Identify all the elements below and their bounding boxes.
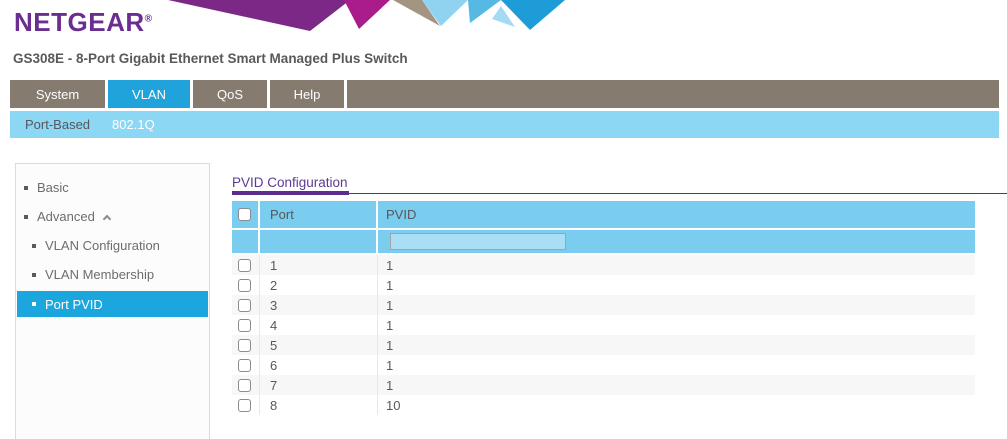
pvid-cell: 10 [378, 395, 975, 415]
table-header-row: Port PVID [232, 201, 975, 228]
table-row: 71 [232, 375, 975, 395]
netgear-logo: NETGEAR® [14, 7, 153, 38]
header-checkbox-cell [232, 201, 260, 228]
row-checkbox[interactable] [238, 359, 251, 372]
row-checkbox[interactable] [238, 339, 251, 352]
row-checkbox-cell [232, 275, 260, 295]
port-cell: 7 [260, 375, 378, 395]
pvid-table: Port PVID 11213141516171810 [232, 201, 975, 415]
row-checkbox-cell [232, 255, 260, 275]
row-checkbox[interactable] [238, 299, 251, 312]
pvid-edit-row [232, 230, 975, 253]
table-row: 810 [232, 395, 975, 415]
device-title: GS308E - 8-Port Gigabit Ethernet Smart M… [13, 51, 408, 66]
table-row: 51 [232, 335, 975, 355]
page: NETGEAR® GS308E - 8-Port Gigabit Etherne… [0, 0, 1007, 439]
sidebar-item-advanced[interactable]: Advanced [17, 202, 208, 231]
port-cell: 4 [260, 315, 378, 335]
bullet-icon [32, 302, 36, 306]
port-cell: 6 [260, 355, 378, 375]
sidebar-item-vlan-configuration[interactable]: VLAN Configuration [17, 231, 208, 260]
registered-mark: ® [145, 13, 153, 24]
table-row: 31 [232, 295, 975, 315]
bullet-icon [24, 215, 28, 219]
row-checkbox[interactable] [238, 399, 251, 412]
table-row: 41 [232, 315, 975, 335]
pvid-column-header: PVID [378, 201, 975, 228]
sidebar-item-port-pvid[interactable]: Port PVID [17, 291, 208, 317]
pvid-cell: 1 [378, 255, 975, 275]
bullet-icon [32, 244, 36, 248]
table-row: 11 [232, 255, 975, 275]
sidebar-item-basic[interactable]: Basic [17, 173, 208, 202]
pvid-cell: 1 [378, 275, 975, 295]
pvid-cell: 1 [378, 355, 975, 375]
select-all-checkbox[interactable] [238, 208, 251, 221]
port-column-header: Port [260, 201, 378, 228]
row-checkbox-cell [232, 395, 260, 415]
title-underline-thick [232, 191, 349, 195]
pvid-cell: 1 [378, 375, 975, 395]
port-cell: 8 [260, 395, 378, 415]
sidebar-item-label: VLAN Membership [45, 267, 154, 282]
sidebar-item-label: VLAN Configuration [45, 238, 160, 253]
table-row: 21 [232, 275, 975, 295]
banner-graphic [168, 0, 565, 36]
edit-row-spacer-check [232, 230, 260, 253]
row-checkbox[interactable] [238, 259, 251, 272]
row-checkbox[interactable] [238, 319, 251, 332]
logo-text: NETGEAR [14, 7, 145, 37]
bullet-icon [24, 186, 28, 190]
nav-tab-system[interactable]: System [10, 80, 108, 108]
sub-nav-item-port-based[interactable]: Port-Based [25, 117, 90, 132]
port-cell: 2 [260, 275, 378, 295]
port-cell: 3 [260, 295, 378, 315]
nav-tab-qos[interactable]: QoS [193, 80, 270, 108]
nav-tab-vlan[interactable]: VLAN [108, 80, 193, 108]
port-cell: 5 [260, 335, 378, 355]
pvid-cell: 1 [378, 295, 975, 315]
row-checkbox[interactable] [238, 279, 251, 292]
sidebar-item-label: Port PVID [45, 297, 103, 312]
bullet-icon [32, 273, 36, 277]
row-checkbox-cell [232, 355, 260, 375]
sidebar-item-label: Basic [37, 180, 69, 195]
edit-row-spacer-port [260, 230, 378, 253]
pvid-input[interactable] [390, 233, 566, 250]
sidebar: Basic Advanced VLAN Configuration VLAN Memb… [15, 163, 210, 439]
sidebar-item-vlan-membership[interactable]: VLAN Membership [17, 260, 208, 289]
page-title: PVID Configuration [232, 175, 348, 190]
pvid-cell: 1 [378, 315, 975, 335]
port-cell: 1 [260, 255, 378, 275]
top-nav: SystemVLANQoSHelp [10, 80, 999, 108]
sidebar-item-label: Advanced [37, 209, 95, 224]
sub-nav-item-802-1q[interactable]: 802.1Q [112, 117, 155, 132]
edit-row-pvid-cell [378, 230, 975, 253]
sub-nav: Port-Based 802.1Q [10, 111, 999, 138]
row-checkbox-cell [232, 335, 260, 355]
table-body: 11213141516171810 [232, 255, 975, 415]
chevron-up-icon [103, 214, 111, 222]
nav-tab-help[interactable]: Help [270, 80, 347, 108]
row-checkbox-cell [232, 295, 260, 315]
row-checkbox-cell [232, 315, 260, 335]
row-checkbox[interactable] [238, 379, 251, 392]
pvid-cell: 1 [378, 335, 975, 355]
row-checkbox-cell [232, 375, 260, 395]
table-row: 61 [232, 355, 975, 375]
